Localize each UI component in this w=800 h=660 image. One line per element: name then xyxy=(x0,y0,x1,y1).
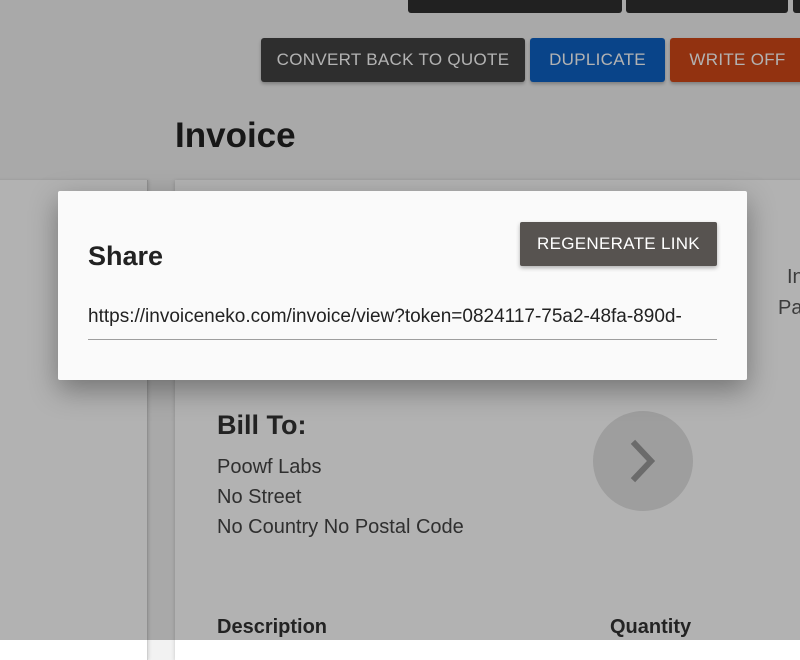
regenerate-link-button[interactable]: REGENERATE LINK xyxy=(520,222,717,266)
share-dialog-title: Share xyxy=(88,241,164,271)
share-link-input[interactable] xyxy=(88,295,717,340)
share-dialog: Share REGENERATE LINK xyxy=(58,191,747,380)
